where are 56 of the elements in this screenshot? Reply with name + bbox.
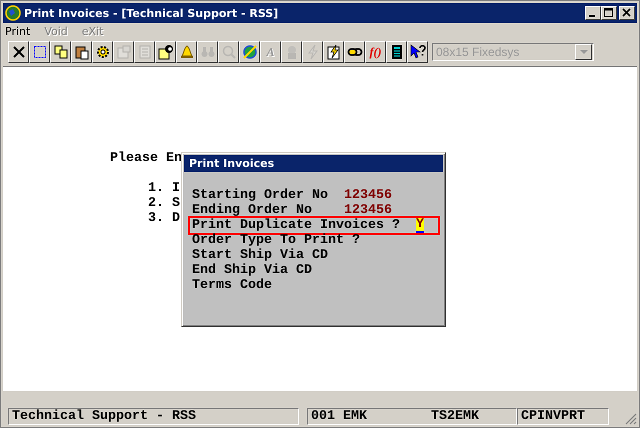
document-person-icon: [158, 44, 174, 60]
toolbar-button[interactable]: [323, 41, 344, 63]
status-text: CPINVPRT: [521, 408, 585, 424]
field-label: Terms Code: [192, 278, 273, 293]
globe-icon: [5, 5, 21, 21]
field-label: Starting Order No: [192, 188, 328, 203]
globe-icon: [242, 44, 258, 60]
toolbar-button[interactable]: [8, 41, 29, 63]
clipboard-icon: [74, 44, 90, 60]
field-value: Y: [416, 218, 424, 233]
field-label: Order Type To Print ?: [192, 233, 360, 248]
toolbar-button[interactable]: [29, 41, 50, 63]
terminal-text: 2. S: [148, 196, 180, 211]
toolbar-button[interactable]: [407, 41, 428, 63]
terminal-text: 1. I: [148, 181, 180, 196]
resize-grip-icon: [625, 413, 637, 425]
close-icon: [10, 44, 26, 60]
document-icon: [136, 44, 152, 60]
toolbar-button[interactable]: [92, 41, 113, 63]
maximize-icon: [604, 8, 614, 18]
lightning-page-icon: [326, 44, 342, 60]
bell-icon: [178, 44, 194, 60]
properties-icon: [116, 44, 132, 60]
minimize-icon: [588, 15, 594, 17]
dialog-title: Print Invoices: [184, 155, 443, 172]
field-label: Print Duplicate Invoices ?: [192, 218, 400, 233]
minimize-button[interactable]: [585, 6, 601, 20]
toolbar-button[interactable]: [239, 41, 260, 63]
terminal-text: Please En: [110, 151, 182, 166]
close-button[interactable]: [619, 6, 635, 20]
menu-item[interactable]: Print: [5, 25, 30, 38]
selection-icon: [32, 44, 48, 60]
toolbar-button[interactable]: [155, 41, 176, 63]
status-text: TS2EMK: [431, 408, 479, 424]
close-icon: [622, 8, 632, 18]
binoculars-icon: [200, 44, 216, 60]
status-text: 001 EMK: [311, 408, 367, 424]
copy-icon: [52, 44, 68, 60]
search-icon: [220, 44, 236, 60]
toolbar-button[interactable]: [176, 41, 197, 63]
window-title: Print Invoices - [Technical Support - RSS]: [24, 6, 280, 20]
field-value: 123456: [344, 188, 392, 203]
gear-icon: [94, 44, 110, 60]
terminal-text: 3. D: [148, 211, 180, 226]
toolbar-button[interactable]: [344, 41, 365, 63]
status-text: Technical Support - RSS: [12, 408, 196, 424]
toolbar-button[interactable]: [71, 41, 92, 63]
toolbar-button[interactable]: [386, 41, 407, 63]
toolbar-button[interactable]: [50, 41, 71, 63]
field-value: 123456: [344, 203, 392, 218]
field-row[interactable]: Starting Order No 123456: [188, 186, 440, 205]
field-label: Start Ship Via CD: [192, 248, 328, 263]
help-pointer-icon: [410, 44, 426, 60]
field-label: Ending Order No: [192, 203, 313, 218]
field-label: End Ship Via CD: [192, 263, 313, 278]
maximize-button[interactable]: [601, 6, 617, 20]
